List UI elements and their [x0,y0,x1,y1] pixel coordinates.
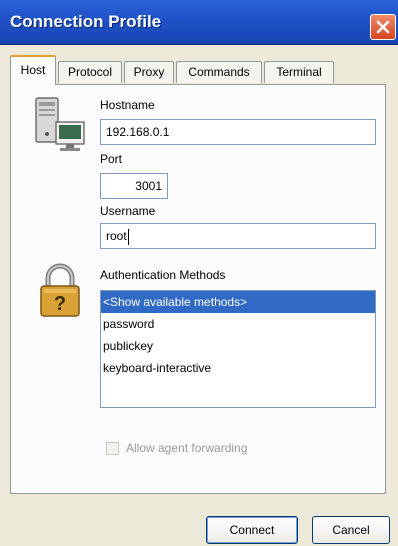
username-field[interactable]: root [100,223,376,249]
username-value: root [106,229,127,243]
tab-protocol[interactable]: Protocol [58,61,122,83]
text-cursor [127,228,129,245]
tab-terminal[interactable]: Terminal [264,61,334,83]
port-label: Port [100,152,123,166]
connect-button[interactable]: Connect [206,516,298,544]
tab-proxy[interactable]: Proxy [124,61,174,83]
window-title: Connection Profile [10,12,162,31]
lock-icon: ? [40,263,80,317]
computer-icon [35,97,85,151]
list-item[interactable]: <Show available methods> [101,291,375,313]
agent-forwarding-checkbox[interactable] [106,442,119,455]
close-button[interactable] [370,14,396,40]
hostname-label: Hostname [100,98,155,112]
close-icon [376,20,390,34]
username-label: Username [100,204,156,218]
agent-forwarding-label: Allow agent forwarding [126,441,248,455]
tab-commands[interactable]: Commands [176,61,262,83]
cancel-button[interactable]: Cancel [312,516,390,544]
list-item[interactable]: publickey [101,335,375,357]
hostname-field[interactable]: 192.168.0.1 [100,119,376,145]
list-item[interactable]: keyboard-interactive [101,357,375,379]
port-field[interactable]: 3001 [100,173,168,199]
title-bar: Connection Profile [0,0,398,45]
auth-methods-list[interactable]: <Show available methods> password public… [100,290,376,408]
svg-text:?: ? [54,293,66,315]
list-item[interactable]: password [101,313,375,335]
auth-methods-label: Authentication Methods [100,268,226,282]
tab-host[interactable]: Host [10,55,56,85]
